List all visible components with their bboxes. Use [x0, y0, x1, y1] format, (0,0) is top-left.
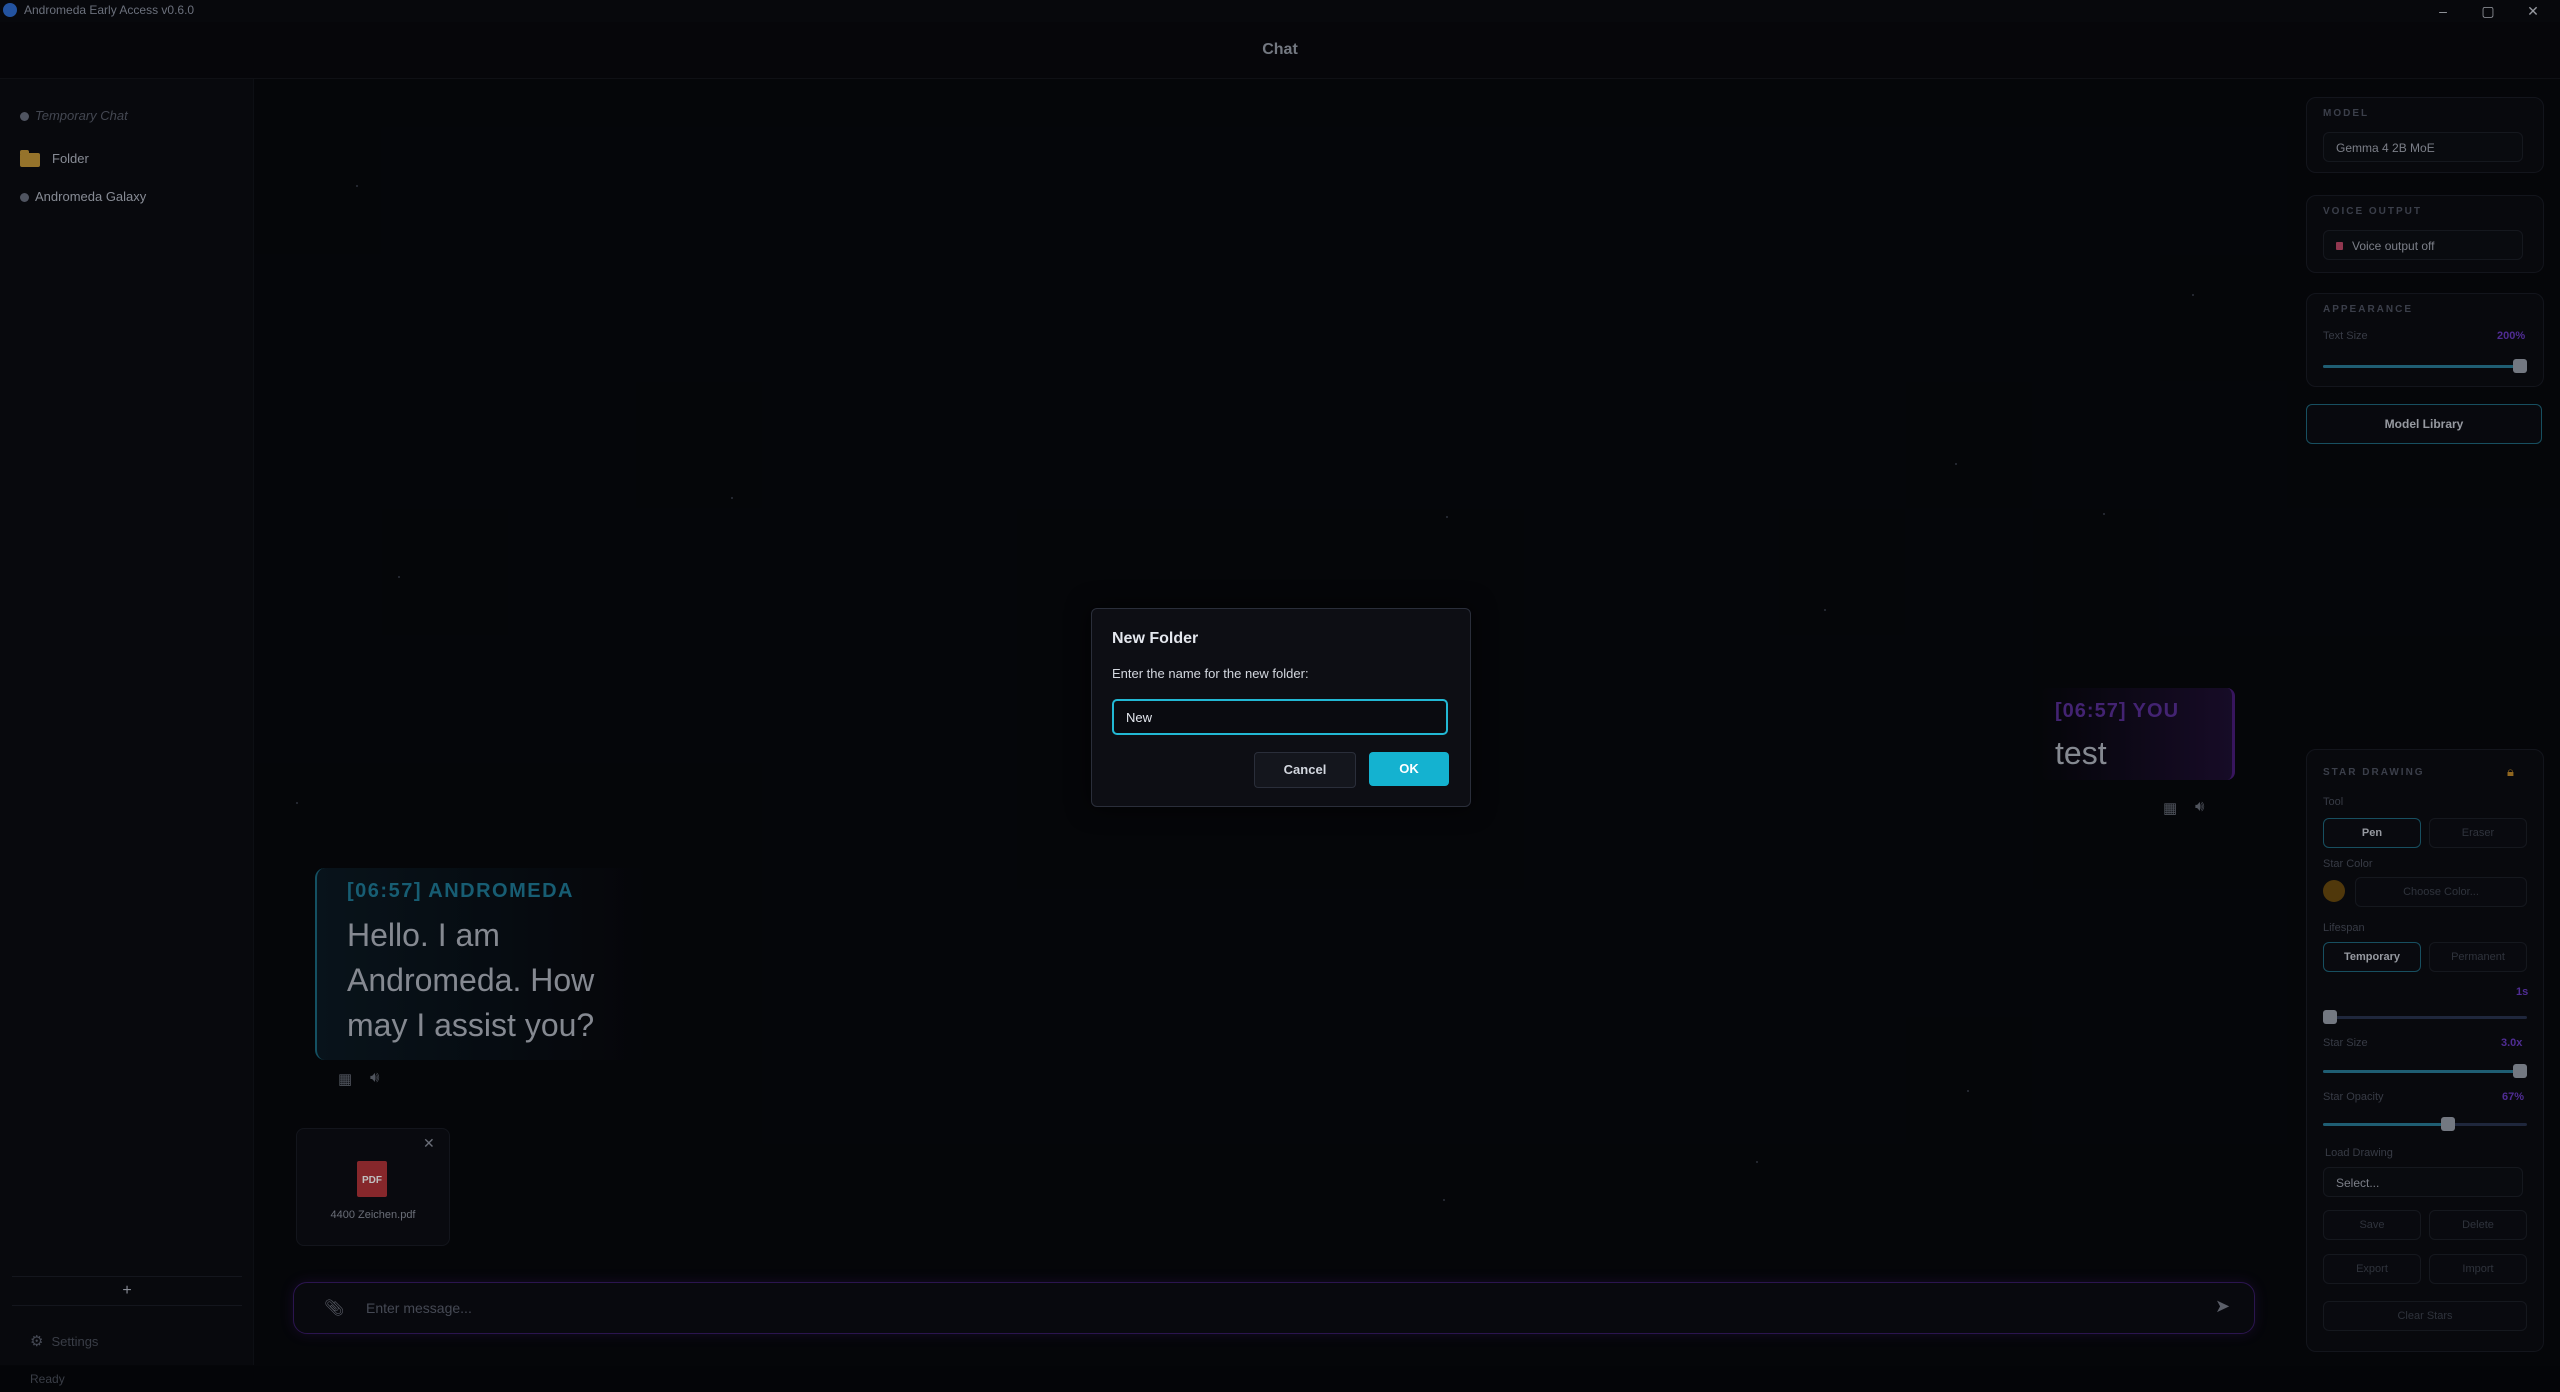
folder-name-input[interactable] — [1112, 699, 1448, 735]
new-folder-dialog: New Folder Enter the name for the new fo… — [1091, 608, 1471, 807]
cancel-button[interactable]: Cancel — [1254, 752, 1356, 788]
ok-button[interactable]: OK — [1369, 752, 1449, 786]
dialog-prompt: Enter the name for the new folder: — [1112, 666, 1309, 681]
dialog-title: New Folder — [1112, 630, 1199, 647]
